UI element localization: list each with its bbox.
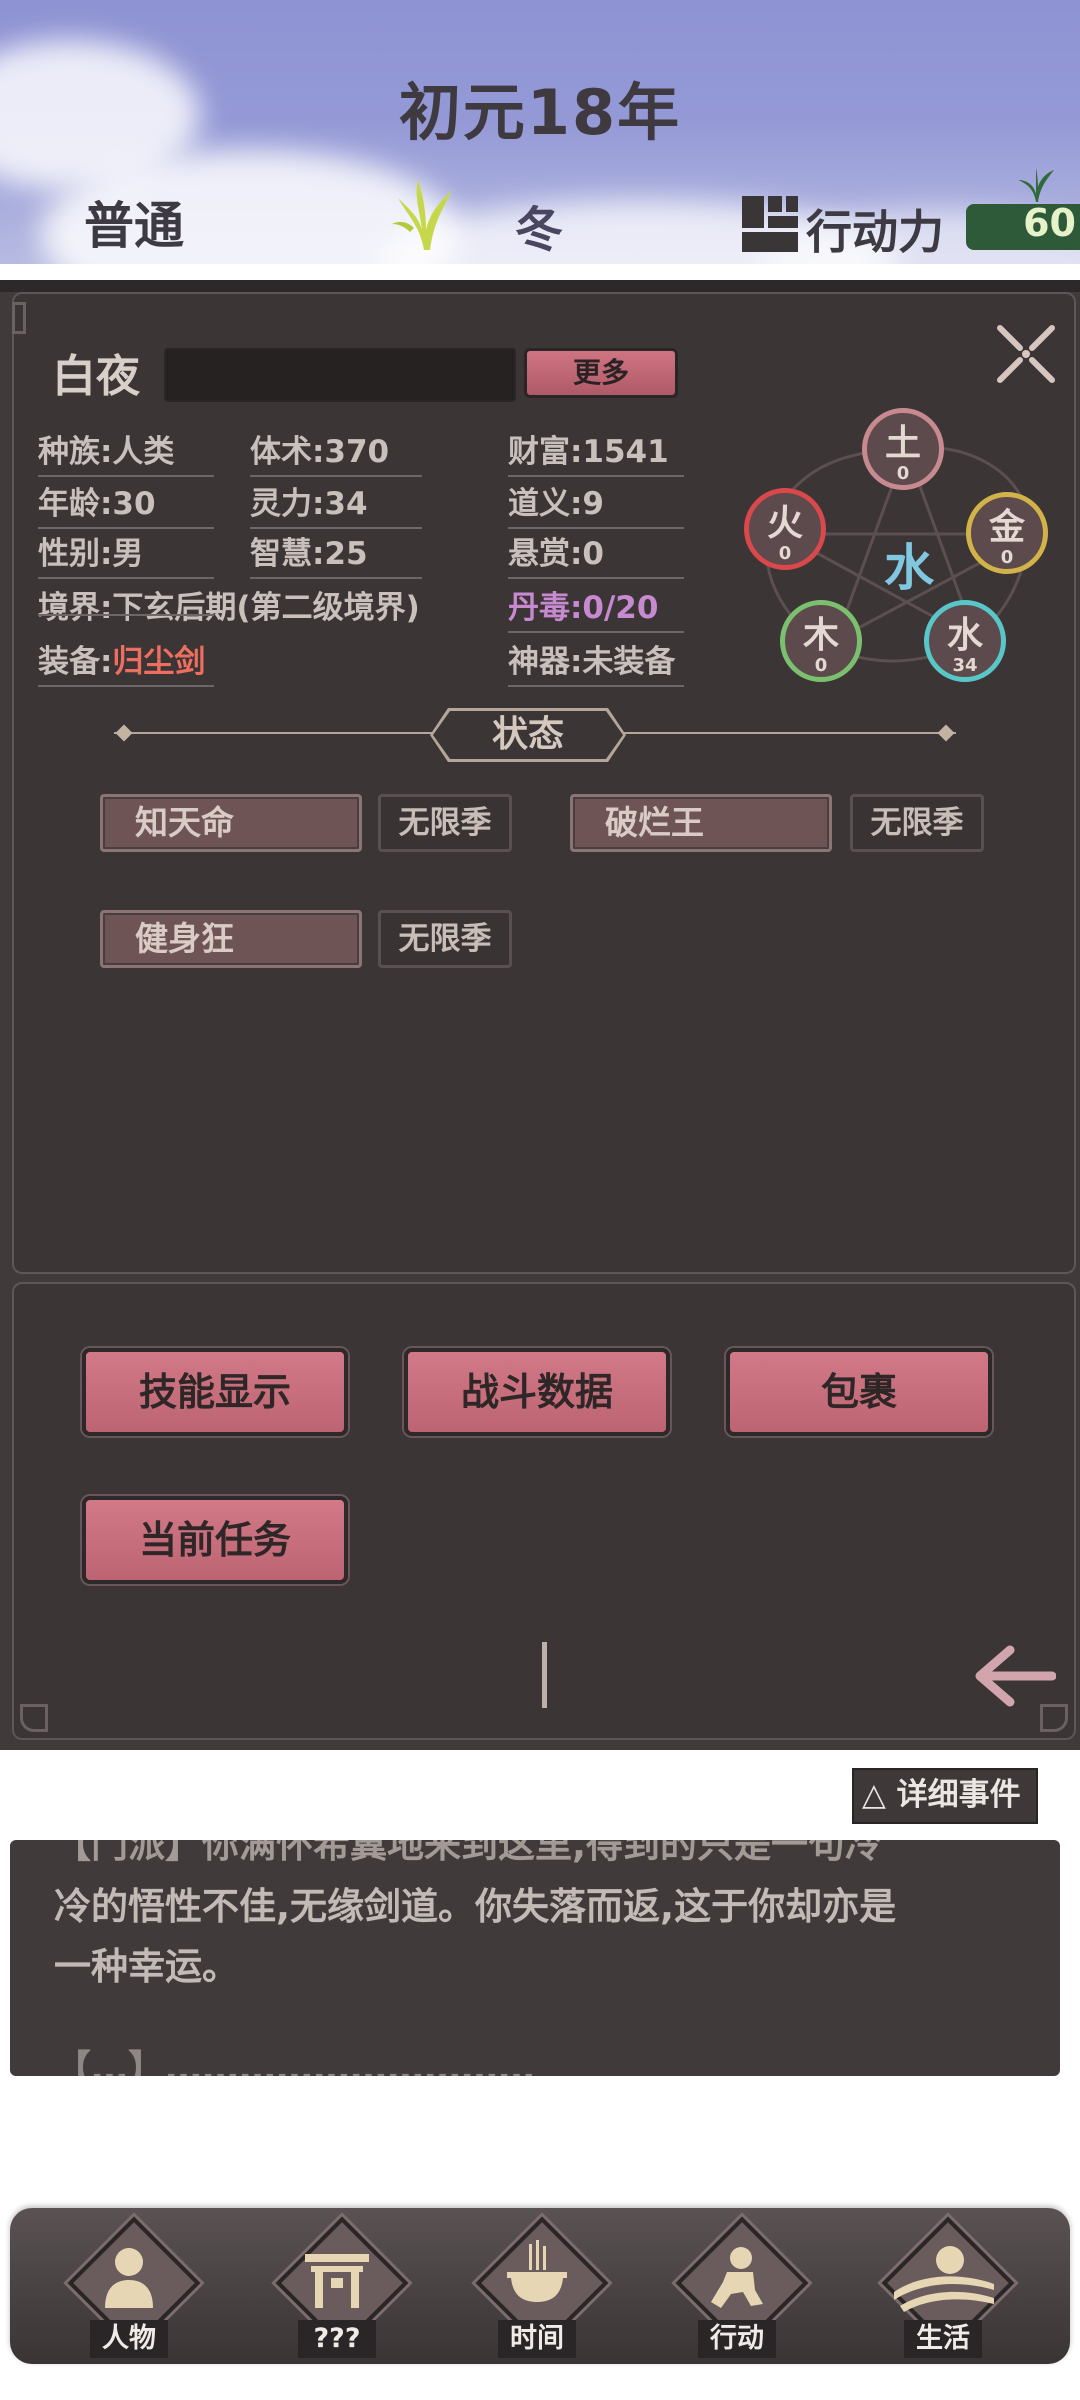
fire-element-name: 火 — [766, 503, 803, 544]
bottom-navigation: 人物 ??? 时间 行动 生活 — [10, 2208, 1070, 2364]
nav-action[interactable]: 行动 — [662, 2216, 812, 2358]
spirit-stat: 灵力:34 — [250, 478, 422, 529]
poison-stat: 丹毒:0/20 — [508, 582, 684, 633]
equipment-value[interactable]: 归尘剑 — [112, 644, 205, 680]
wood-element-value: 0 — [814, 655, 828, 676]
body-art-stat: 体术:370 — [250, 426, 422, 477]
metal-element: 金 0 — [966, 492, 1048, 574]
nav-life[interactable]: 生活 — [868, 2216, 1018, 2358]
equipment-stat: 装备:归尘剑 — [38, 636, 214, 687]
five-elements-diagram: 土 0 金 0 火 0 木 0 水 34 水 — [744, 400, 1070, 700]
event-log-line: 一种幸运。 — [54, 1945, 239, 1988]
close-icon[interactable] — [994, 322, 1058, 386]
water-element-value: 34 — [952, 655, 978, 676]
race-stat: 种族:人类 — [38, 426, 214, 477]
action-figure-icon — [711, 2247, 763, 2308]
buff-duration: 无限季 — [378, 910, 512, 968]
inventory-button[interactable]: 包裹 — [726, 1348, 992, 1436]
scroll-indicator — [542, 1642, 547, 1708]
nav-label: 时间 — [498, 2320, 576, 2358]
status-title: 状态 — [433, 711, 623, 759]
battle-data-button[interactable]: 战斗数据 — [404, 1348, 670, 1436]
event-log-panel[interactable]: 【门派】你满怀希冀地来到这里,得到的只是一句冷 冷的悟性不佳,无缘剑道。你失落而… — [10, 1840, 1060, 2076]
buff-name[interactable]: 健身狂 — [100, 910, 362, 968]
fire-element-value: 0 — [778, 543, 792, 564]
metal-element-name: 金 — [988, 507, 1025, 548]
current-quest-button[interactable]: 当前任务 — [82, 1496, 348, 1584]
name-bar — [164, 348, 516, 402]
morality-stat: 道义:9 — [508, 478, 684, 529]
buff-name[interactable]: 破烂王 — [570, 794, 832, 852]
earth-element-value: 0 — [896, 463, 910, 484]
event-log-line: 【…】………………………… — [54, 2047, 535, 2076]
more-button[interactable]: 更多 — [524, 348, 678, 398]
action-power-icon — [742, 196, 798, 252]
age-stat: 年龄:30 — [38, 478, 214, 529]
sunrise-field-icon — [894, 2246, 994, 2312]
buff-duration: 无限季 — [850, 794, 984, 852]
back-arrow-icon[interactable] — [972, 1644, 1056, 1708]
metal-element-value: 0 — [1000, 547, 1014, 568]
realm-stat: 境界:下玄后期(第二级境界) — [38, 590, 420, 626]
wood-element-name: 木 — [802, 615, 839, 656]
event-log-line: 冷的悟性不佳,无缘剑道。你失落而返,这于你却亦是 — [54, 1885, 897, 1928]
event-log-line: 【门派】你满怀希冀地来到这里,得到的只是一句冷 — [54, 1840, 883, 1866]
year-title: 初元18年 — [398, 76, 682, 149]
action-points-value: 60 — [1023, 201, 1076, 245]
wealth-stat: 财富:1541 — [508, 426, 684, 477]
nav-label: 行动 — [698, 2320, 776, 2358]
nav-unknown[interactable]: ??? — [262, 2216, 412, 2358]
equipment-label: 装备: — [38, 644, 113, 680]
person-icon — [105, 2248, 153, 2308]
wood-element: 木 0 — [780, 600, 862, 682]
fire-element: 火 0 — [744, 488, 826, 570]
skills-button[interactable]: 技能显示 — [82, 1348, 348, 1436]
season-label: 冬 — [515, 202, 564, 258]
nav-label: 生活 — [904, 2320, 982, 2358]
action-power-label: 行动力 — [806, 205, 944, 259]
detail-events-button[interactable]: △ 详细事件 — [852, 1768, 1038, 1824]
realm-underline — [38, 614, 214, 616]
gender-stat: 性别:男 — [38, 528, 214, 579]
earth-element-name: 土 — [884, 423, 921, 464]
corner-ornament — [1040, 1704, 1068, 1732]
sprout-icon — [1018, 168, 1054, 202]
nav-time[interactable]: 时间 — [462, 2216, 612, 2358]
water-element: 水 34 — [924, 600, 1006, 682]
nav-label: ??? — [298, 2320, 376, 2358]
bounty-stat: 悬赏:0 — [508, 528, 684, 579]
difficulty-label: 普通 — [84, 197, 184, 255]
buff-name[interactable]: 知天命 — [100, 794, 362, 852]
winter-plant-icon — [392, 180, 452, 250]
nav-label: 人物 — [90, 2320, 168, 2358]
buff-duration: 无限季 — [378, 794, 512, 852]
artifact-stat: 神器:未装备 — [508, 636, 684, 687]
character-name: 白夜 — [52, 351, 140, 402]
incense-burner-icon — [507, 2240, 567, 2302]
corner-ornament — [20, 1704, 48, 1732]
earth-element: 土 0 — [862, 408, 944, 490]
wisdom-stat: 智慧:25 — [250, 528, 422, 579]
nav-character[interactable]: 人物 — [54, 2216, 204, 2358]
gate-icon — [305, 2254, 369, 2308]
dominant-element: 水 — [884, 539, 934, 597]
water-element-name: 水 — [946, 615, 983, 656]
